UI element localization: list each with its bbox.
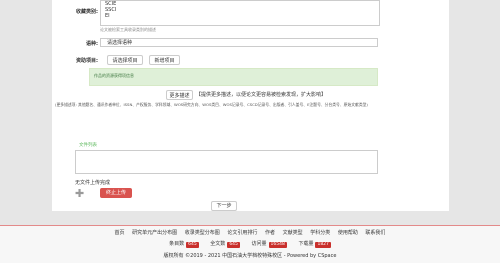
- stat-badge: 645: [186, 242, 199, 248]
- file-list-box: [75, 150, 378, 174]
- puzzle-icon: ✚: [75, 187, 85, 200]
- stat-downloads: 下载量 1827: [298, 241, 331, 248]
- footer-link-authors[interactable]: 作者: [265, 230, 275, 236]
- stat-visits: 访问量 16548: [251, 241, 287, 248]
- project-alert: 作品的资源获得项信息: [89, 68, 378, 86]
- footer-link-doc-types[interactable]: 文献类型: [283, 230, 303, 236]
- more-description-button[interactable]: 更多描述: [166, 90, 193, 100]
- stat-label: 条目数: [169, 241, 185, 247]
- footer-link-types[interactable]: 收录类型分布图: [185, 230, 220, 236]
- next-button[interactable]: 下一步: [211, 201, 237, 211]
- language-select[interactable]: 请选择语种: [100, 38, 378, 47]
- stat-badge: 645: [227, 242, 240, 248]
- stat-badge: 16548: [268, 242, 287, 248]
- stat-label: 下载量: [298, 241, 314, 247]
- footer-link-subjects[interactable]: 学科分类: [310, 230, 330, 236]
- file-list-title: 文件列表: [79, 143, 97, 148]
- description-note: 【提供更多描述，以便论文更容易被检索发现，扩大影响】: [196, 92, 327, 98]
- category-option[interactable]: EI: [101, 13, 379, 19]
- stat-items: 条目数 645: [169, 241, 199, 248]
- stop-upload-button[interactable]: 终止上传: [100, 188, 132, 198]
- copyright: 版权所有 ©2019 - 2021 中国石油大学档校特殊校区 - Powered…: [163, 253, 337, 259]
- stat-label: 访问量: [251, 241, 267, 247]
- description-fields-note: (更多描述项: 其他题名、通讯作者单位、ISSN、产权服务、学科领域、WOS研究…: [55, 102, 368, 107]
- footer-link-help[interactable]: 使用帮助: [338, 230, 358, 236]
- stat-label: 全文数: [210, 241, 226, 247]
- category-label: 收藏类别:: [76, 9, 98, 15]
- stat-badge: 1827: [315, 242, 331, 248]
- language-label: 语种:: [86, 41, 98, 47]
- footer-stats: 条目数 645 全文数 645 访问量 16548 下载量 1827: [0, 240, 500, 248]
- stat-fulltext: 全文数 645: [210, 241, 240, 248]
- category-listbox[interactable]: SCIE SSCI EI: [100, 0, 380, 26]
- select-project-button[interactable]: 请选择项目: [107, 55, 143, 65]
- category-hint: 论文被检索工具收录类别的描述: [100, 27, 156, 32]
- no-upload-text: 无文件上传完成: [75, 180, 111, 186]
- footer-link-citations[interactable]: 论文引用排行: [227, 230, 257, 236]
- footer-link-home[interactable]: 首页: [115, 230, 125, 236]
- footer-link-units[interactable]: 研究单元产出分布图: [132, 230, 177, 236]
- add-project-button[interactable]: 新增项目: [149, 55, 180, 65]
- footer-link-contact[interactable]: 联系我们: [365, 230, 385, 236]
- project-label: 资助项目:: [76, 58, 98, 64]
- footer-nav: 首页 研究单元产出分布图 收录类型分布图 论文引用排行 作者 文献类型 学科分类…: [0, 229, 500, 236]
